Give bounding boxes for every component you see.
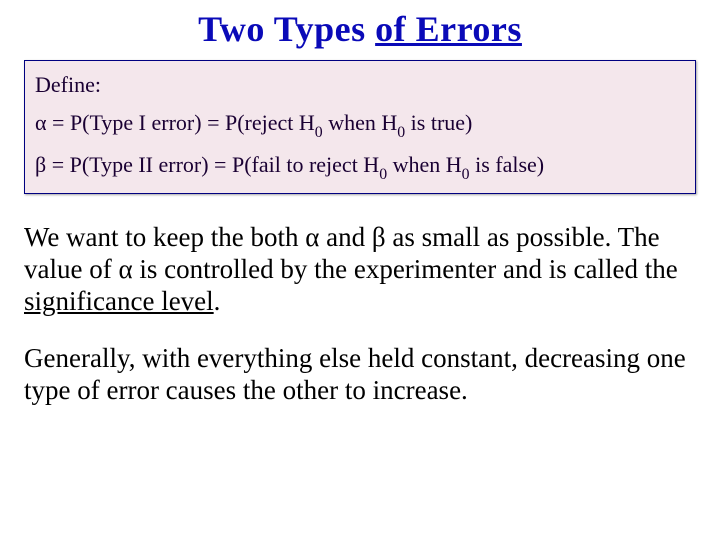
p1-t5: . xyxy=(214,286,221,316)
alpha-mid: when H xyxy=(323,110,398,135)
beta-definition: β = P(Type II error) = P(fail to reject … xyxy=(35,151,685,183)
definition-box: Define: α = P(Type I error) = P(reject H… xyxy=(24,60,696,194)
body-text: We want to keep the both α and β as smal… xyxy=(24,222,696,407)
alpha-eq: = P(Type I error) = P(reject H xyxy=(47,110,315,135)
beta-mid: when H xyxy=(387,152,462,177)
significance-level-label: significance level xyxy=(24,286,214,316)
paragraph-1: We want to keep the both α and β as smal… xyxy=(24,222,696,318)
slide: Two Types of Errors Define: α = P(Type I… xyxy=(0,0,720,540)
p1-t2: and xyxy=(319,222,371,252)
beta-sub1: 0 xyxy=(379,166,387,183)
paragraph-2: Generally, with everything else held con… xyxy=(24,343,696,407)
title-text-underlined: of Errors xyxy=(375,9,522,49)
define-label: Define: xyxy=(35,71,685,99)
alpha-definition: α = P(Type I error) = P(reject H0 when H… xyxy=(35,109,685,141)
p1-t1: We want to keep the both xyxy=(24,222,305,252)
title-text-pre: Two Types xyxy=(198,9,375,49)
p1-t4: is controlled by the experimenter and is… xyxy=(133,254,678,284)
p1-alpha2: α xyxy=(118,254,132,284)
p1-beta: β xyxy=(372,222,386,252)
alpha-sub2: 0 xyxy=(397,124,405,141)
beta-eq: P(Type II error) = P(fail to reject H xyxy=(64,152,379,177)
beta-symbol: β = xyxy=(35,152,64,177)
alpha-sub1: 0 xyxy=(315,124,323,141)
alpha-end: is true) xyxy=(405,110,472,135)
beta-end: is false) xyxy=(470,152,545,177)
page-title: Two Types of Errors xyxy=(24,8,696,50)
p1-alpha: α xyxy=(305,222,319,252)
beta-sub2: 0 xyxy=(462,166,470,183)
alpha-symbol: α xyxy=(35,110,47,135)
